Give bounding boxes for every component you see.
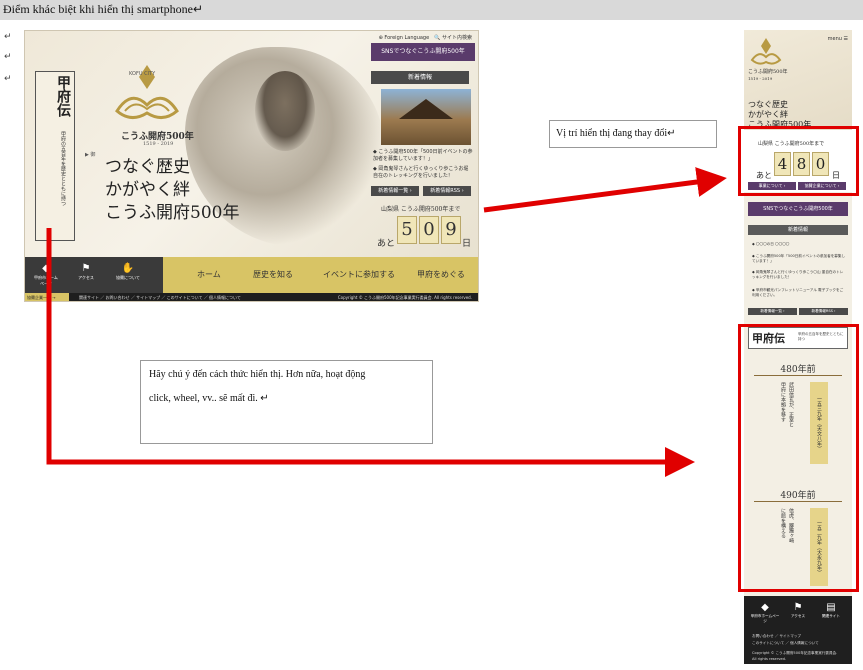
desktop-logo-city: KOFU CITY [129,71,156,77]
document-heading-bar: Điểm khác biệt khi hiển thị smartphone↵ [0,0,863,20]
handshake-icon: ✋ [121,263,135,274]
desktop-news-photo [381,89,471,145]
arrow-to-countdown [483,167,727,213]
tagline-line: こうふ開府500年 [105,203,240,223]
desktop-nav-access-link[interactable]: ⚑ アクセス [73,263,99,287]
phone-news-rss-button[interactable]: 新着情報RSS › [799,308,848,315]
phone-logo-years: 1519 - 2019 [748,76,773,81]
phone-logo-title: こうふ開府500年 [748,69,788,75]
desktop-footer-links[interactable]: 関連サイト ／ お問い合わせ ／ サイトマップ ／ このサイトについて ／ 個人… [79,293,241,301]
koufu-timeline-highlight-box [738,324,859,592]
footer-icon-label: アクセス [790,614,806,618]
phone-sns-banner[interactable]: SNSでつなぐこうふ開府500年 [748,202,848,216]
phone-copyright: Copyright © こうふ開府500年記念事業実行委員会. [752,651,838,655]
related-sites-icon: ▤ [826,602,836,613]
position-changed-callout: Vị trí hiển thị đang thay đổi↵ [549,120,717,148]
paragraph-mark: ↵ [4,74,12,84]
desktop-logo-years: 1519 - 2019 [143,141,174,147]
desktop-news-item[interactable]: ◆ 岡角鬼琴さんと行くゆっくり歩こうお堀自在のトレッキングを行いました！ [373,166,473,180]
nav-home[interactable]: ホーム [197,269,221,280]
nav-icon-label: アクセス [78,275,94,280]
desktop-nav-home-link[interactable]: ◆ 甲府市ホームページ [33,263,59,287]
callout-text: Vị trí hiển thị đang thay đổi↵ [556,128,676,139]
desktop-countdown-prefix: あと [377,239,396,249]
phone-footer-related-link[interactable]: ▤ 関連サイト [816,602,846,624]
desktop-countdown-suffix: 日 [462,239,472,249]
phone-news-heading: 新着情報 [748,225,848,235]
paragraph-mark: ↵ [4,32,12,42]
access-icon: ⚑ [793,602,803,613]
document-heading: Điểm khác biệt khi hiển thị smartphone↵ [3,2,204,16]
desktop-countdown-label: 山梨県 こうふ開府500年まで [381,206,461,213]
desktop-news-list-button[interactable]: 新着情報一覧 › [371,186,419,196]
footer-icon-label: 関連サイト [822,614,840,618]
countdown-digit: 0 [419,216,439,244]
phone-menu-button[interactable]: menu ☰ [828,36,848,42]
phone-news-item[interactable]: ◆ こうふ開府500年「500日前イベントの参加者を募集しています！」 [752,254,846,264]
nav-icon-label: 協賛について [116,275,140,280]
callout-text: click, wheel, vv.. sẽ mất đi. ↵ [149,393,269,404]
desktop-news-item[interactable]: ◆ こうふ開府500年「500日前イベントの参加者を募集しています！」 [373,149,473,163]
city-emblem-icon: ◆ [761,602,769,613]
phone-footer-home-link[interactable]: ◆ 甲府市ホームページ [750,602,780,624]
desktop-screenshot: ⊕ Foreign Language 🔍 サイト内検索 SNSでつなぐこうふ開府… [24,30,479,302]
access-icon: ⚑ [81,263,91,274]
desktop-news-rss-button[interactable]: 新着情報RSS › [423,186,471,196]
phone-footer-links[interactable]: このサイトについて ／ 個人情報について [752,641,819,646]
desktop-countdown-digits: 5 0 9 [397,216,461,244]
desktop-footer: 関連サイト ／ お問い合わせ ／ サイトマップ ／ このサイトについて ／ 個人… [25,293,478,301]
countdown-digit: 9 [441,216,461,244]
nav-explore[interactable]: 甲府をめぐる [417,269,465,280]
countdown-digit: 5 [397,216,417,244]
desktop-koufu-title: 甲府伝 [55,75,71,117]
city-emblem-icon: ◆ [42,263,50,274]
desktop-news-heading: 新着情報 [371,71,469,84]
warrior-face-illustration [255,71,315,151]
desktop-side-marker: ▶ 御 [85,152,96,158]
tagline-line: つなぐ歴史 [105,157,190,177]
phone-news-item[interactable]: ◆ 〇〇〇の日 〇〇〇〇 [752,242,846,247]
desktop-sponsor-list-link[interactable]: 協賛企業一覧 → [25,293,69,301]
desktop-nav-sponsor-link[interactable]: ✋ 協賛について [115,263,141,287]
phone-news-item[interactable]: ◆ 甲府市観光パンフレットリニューアル 電子ブックをご利用ください。 [752,288,846,298]
nav-events[interactable]: イベントに参加する [323,269,395,280]
phone-footer-links[interactable]: お問い合わせ ／ サイトマップ [752,634,801,639]
tagline-line: かがやく絆 [105,180,190,200]
tagline-line: つなぐ歴史 [748,100,788,109]
phone-footer-access-link[interactable]: ⚑ アクセス [783,602,813,624]
nav-icon-label: 甲府市ホームページ [34,275,58,286]
countdown-highlight-box [738,126,859,196]
phone-news-buttons: 新着情報一覧 › 新着情報RSS › [748,308,848,315]
desktop-topbar-links[interactable]: ⊕ Foreign Language 🔍 サイト内検索 [379,34,472,41]
desktop-sns-banner[interactable]: SNSでつなぐこうふ開府500年 [371,43,475,61]
phone-news-list-button[interactable]: 新着情報一覧 › [748,308,797,315]
footer-icon-label: 甲府市ホームページ [750,614,780,623]
phone-copyright: All rights reserved. [752,657,786,661]
desktop-koufu-subtitle: 甲府の五百年を歴史とともに持つ [60,131,66,206]
desktop-copyright: Copyright © こうふ開府500年記念事業実行委員会. All righ… [337,295,472,300]
display-notice-callout: Hãy chú ý đến cách thức hiển thị. Hơn nữ… [140,360,433,444]
callout-text: Hãy chú ý đến cách thức hiển thị. Hơn nữ… [149,369,366,380]
nav-history[interactable]: 歴史を知る [253,269,293,280]
paragraph-mark: ↵ [4,52,12,62]
tagline-line: かがやく絆 [748,110,788,119]
desktop-tagline: つなぐ歴史 かがやく絆 こうふ開府500年 [105,156,239,225]
phone-news-item[interactable]: ◆ 岡角鬼琴さんと行くゆっくり歩こう〇山 墨自在のトレッキングを行いました！ [752,270,846,280]
